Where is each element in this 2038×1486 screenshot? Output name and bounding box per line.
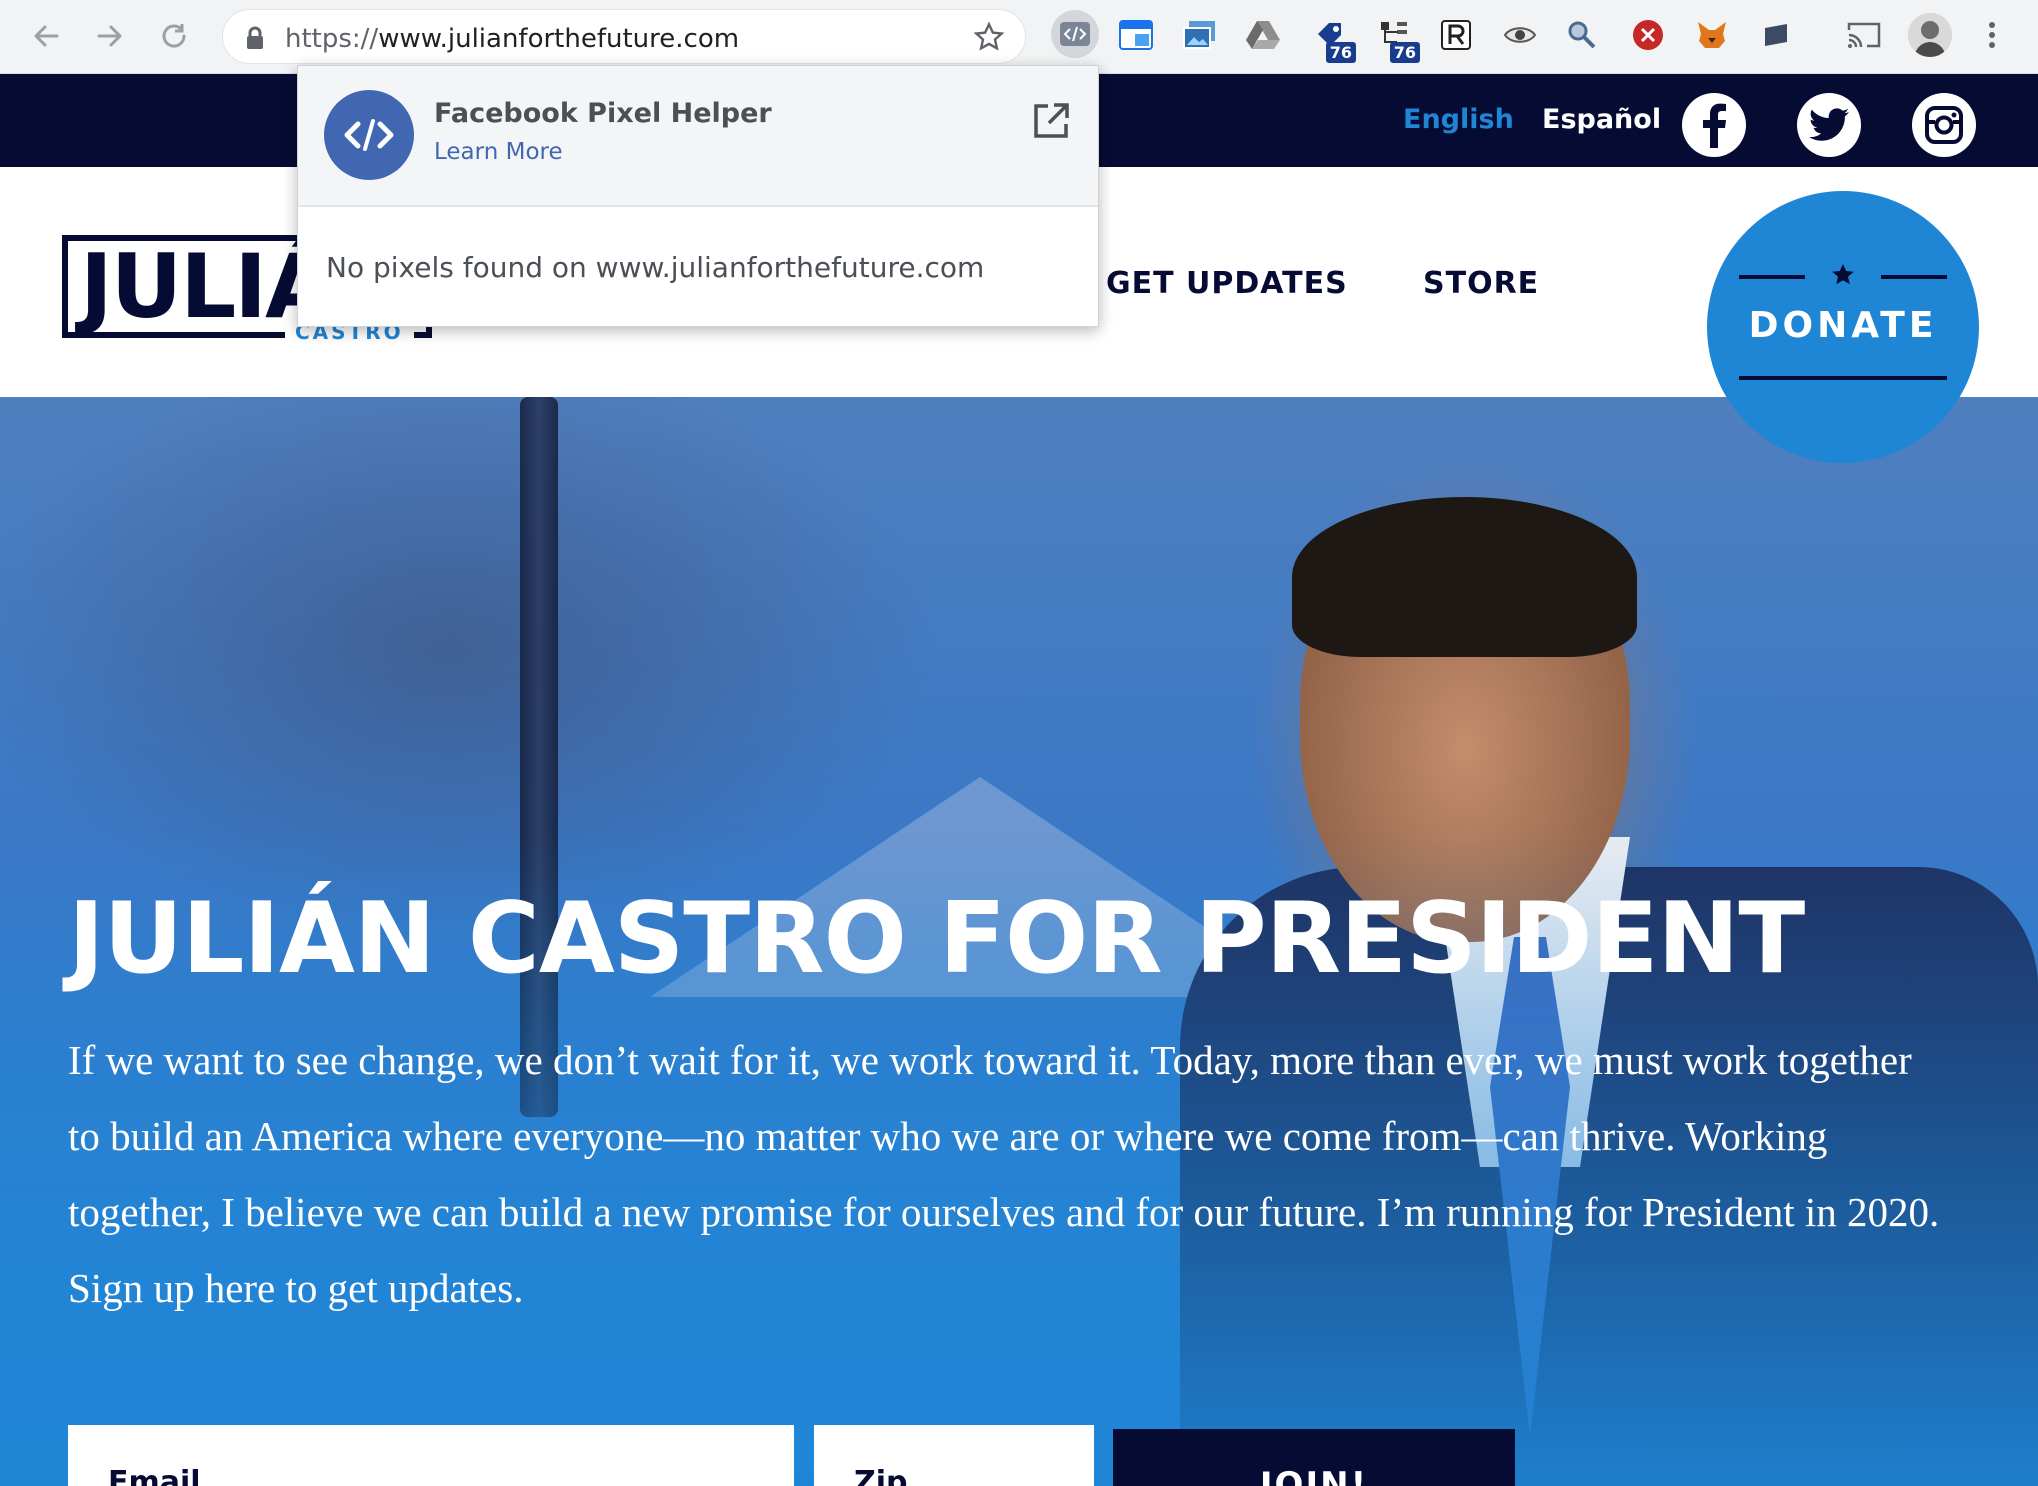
magnifier-icon xyxy=(1568,21,1596,49)
instagram-link[interactable] xyxy=(1912,93,1976,157)
pixel-helper-extension-icon[interactable] xyxy=(1051,10,1099,58)
donate-rule-bottom xyxy=(1739,376,1947,380)
cast-button[interactable] xyxy=(1844,15,1884,55)
tree-extension-icon[interactable]: 76 xyxy=(1374,15,1420,63)
language-spanish-link[interactable]: Español xyxy=(1542,104,1661,135)
zip-field[interactable]: Zip xyxy=(814,1425,1094,1486)
lock-icon xyxy=(247,26,263,49)
address-bar[interactable]: https://www.julianforthefuture.com xyxy=(222,9,1026,64)
code-brackets-icon xyxy=(344,119,394,151)
pixel-helper-popup: Facebook Pixel Helper Learn More No pixe… xyxy=(297,65,1099,327)
screenshot-extension-icon[interactable] xyxy=(1180,15,1220,55)
image-stack-icon xyxy=(1183,21,1215,49)
url-text: https://www.julianforthefuture.com xyxy=(285,24,740,54)
drive-extension-icon[interactable] xyxy=(1243,15,1283,55)
back-button[interactable] xyxy=(24,14,68,58)
facebook-link[interactable] xyxy=(1682,93,1746,157)
donate-rule-left xyxy=(1739,275,1805,279)
popup-title: Facebook Pixel Helper xyxy=(434,98,772,129)
email-field-label: Email xyxy=(108,1465,201,1486)
fox-icon xyxy=(1698,22,1726,48)
browser-toolbar: https://www.julianforthefuture.com 76 76 xyxy=(0,0,2038,74)
pixel-helper-logo xyxy=(324,90,414,180)
block-icon xyxy=(1633,20,1663,50)
reload-icon xyxy=(162,24,186,48)
blocker-extension-icon[interactable] xyxy=(1628,15,1668,55)
forward-arrow-icon xyxy=(97,25,122,47)
eye-icon xyxy=(1503,27,1537,43)
twitter-link[interactable] xyxy=(1797,93,1861,157)
readability-extension-icon[interactable] xyxy=(1436,15,1476,55)
browser-window-icon xyxy=(1119,20,1153,50)
bookmark-star-icon[interactable] xyxy=(973,21,1005,53)
forward-button[interactable] xyxy=(88,14,132,58)
learn-more-link[interactable]: Learn More xyxy=(434,139,563,165)
tab-window-icon xyxy=(1765,24,1787,46)
back-arrow-icon xyxy=(34,25,59,47)
kebab-menu-icon xyxy=(1989,22,1995,48)
hero-section: JULIÁN CASTRO FOR PRESIDENT If we want t… xyxy=(0,397,2038,1486)
join-button-label: JOIN! xyxy=(1259,1465,1369,1486)
chrome-menu-button[interactable] xyxy=(1972,15,2012,55)
profile-avatar[interactable] xyxy=(1908,13,1952,57)
email-field[interactable]: Email xyxy=(68,1425,794,1486)
facebook-icon xyxy=(1703,103,1726,148)
hero-body-text: If we want to see change, we don’t wait … xyxy=(68,1037,1940,1311)
person-avatar-icon xyxy=(1908,13,1952,57)
donate-button[interactable]: DONATE xyxy=(1707,191,1979,463)
tree-extension-badge: 76 xyxy=(1389,42,1420,63)
r-letter-icon xyxy=(1441,20,1471,50)
nav-store[interactable]: STORE xyxy=(1423,266,1539,301)
zip-field-label: Zip xyxy=(854,1465,908,1486)
eye-extension-icon[interactable] xyxy=(1500,15,1540,55)
metamask-extension-icon[interactable] xyxy=(1692,15,1732,55)
language-english-link[interactable]: English xyxy=(1403,104,1514,135)
inspect-extension-icon[interactable] xyxy=(1562,15,1602,55)
drive-icon xyxy=(1246,21,1280,49)
star-icon xyxy=(1832,264,1854,285)
open-external-icon[interactable] xyxy=(1032,102,1070,140)
instagram-icon xyxy=(1925,106,1963,144)
no-pixels-message: No pixels found on www.julianforthefutur… xyxy=(326,251,985,284)
reload-button[interactable] xyxy=(152,14,196,58)
code-icon xyxy=(1060,22,1090,46)
tag-extension-badge: 76 xyxy=(1325,42,1356,63)
tab-extension-icon[interactable] xyxy=(1756,15,1796,55)
join-button[interactable]: JOIN! xyxy=(1113,1429,1515,1486)
window-extension-icon[interactable] xyxy=(1116,15,1156,55)
hero-title: JULIÁN CASTRO FOR PRESIDENT xyxy=(68,882,1805,996)
cast-icon xyxy=(1847,22,1881,48)
tag-extension-icon[interactable]: 76 xyxy=(1310,15,1356,63)
popup-header: Facebook Pixel Helper Learn More xyxy=(298,66,1098,207)
donate-label: DONATE xyxy=(1748,305,1938,346)
nav-get-updates[interactable]: GET UPDATES xyxy=(1106,266,1348,301)
donate-rule-right xyxy=(1881,275,1947,279)
twitter-bird-icon xyxy=(1809,108,1849,141)
